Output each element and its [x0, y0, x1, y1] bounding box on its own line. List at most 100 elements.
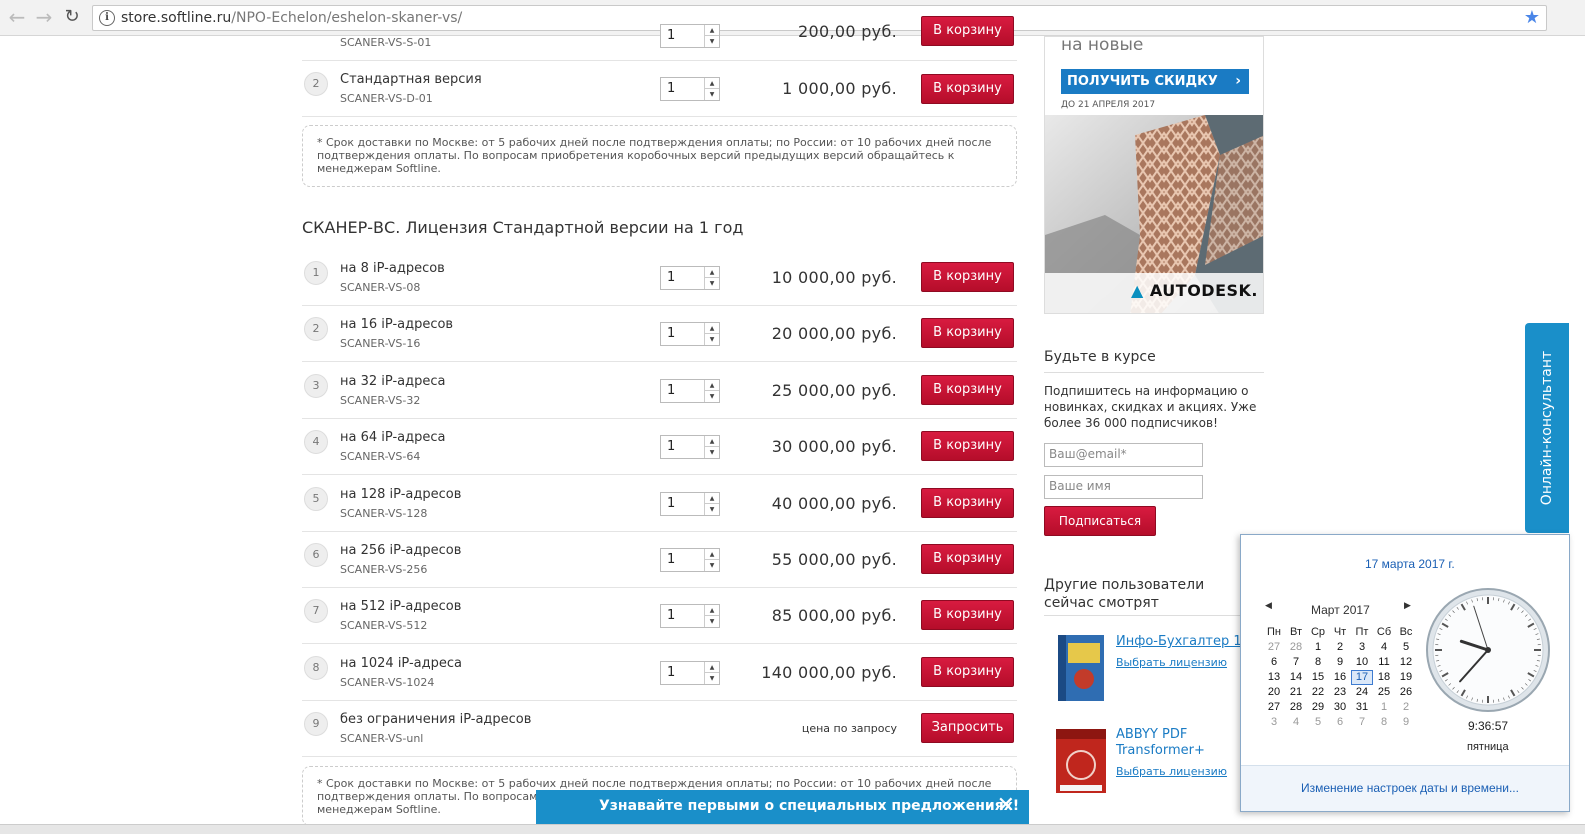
change-datetime-link[interactable]: Изменение настроек даты и времени... — [1301, 781, 1519, 795]
triangle-left-icon[interactable]: ◀ — [1265, 601, 1272, 611]
choose-license-link[interactable]: Выбрать лицензию — [1116, 765, 1227, 778]
triangle-right-icon[interactable]: ▶ — [1404, 601, 1411, 611]
calendar-day[interactable]: 18 — [1373, 670, 1395, 685]
calendar-day[interactable]: 9 — [1329, 655, 1351, 670]
add-to-cart-button[interactable]: В корзину — [921, 318, 1014, 349]
request-button[interactable]: Запросить — [921, 713, 1014, 743]
autodesk-ad[interactable]: на новые ПОЛУЧИТЬ СКИДКУ › ДО 21 АПРЕЛЯ 2… — [1044, 36, 1264, 314]
divider — [1044, 615, 1264, 616]
calendar-day[interactable]: 12 — [1395, 655, 1417, 670]
calendar-day[interactable]: 7 — [1285, 655, 1307, 670]
add-to-cart-button[interactable]: В корзину — [921, 74, 1014, 104]
calendar-day[interactable]: 26 — [1395, 685, 1417, 700]
quantity-stepper[interactable]: 1 ▲ ▼ — [660, 604, 720, 629]
current-date-link[interactable]: 17 марта 2017 г. — [1365, 557, 1455, 571]
weekday: пятница — [1467, 741, 1509, 753]
add-to-cart-button[interactable]: В корзину — [921, 374, 1014, 405]
calendar-day[interactable]: 13 — [1263, 670, 1285, 685]
product-row: 5 на 128 iP-адресов SCANER-VS-128 1 ▲ ▼ 40 000… — [302, 476, 1017, 532]
quantity-stepper[interactable]: 1 ▲ ▼ — [660, 548, 720, 572]
quantity-stepper[interactable]: 1 ▲ ▼ — [660, 660, 720, 685]
info-icon[interactable]: i — [99, 10, 115, 26]
calendar-day[interactable]: 24 — [1351, 685, 1373, 700]
month-title[interactable]: Март 2017 — [1311, 603, 1370, 617]
calendar-day[interactable]: 10 — [1351, 655, 1373, 670]
add-to-cart-button[interactable]: В корзину — [921, 262, 1014, 292]
calendar-day[interactable]: 3 — [1351, 640, 1373, 655]
calendar-day[interactable]: 28 — [1285, 640, 1307, 655]
add-to-cart-button[interactable]: В корзину — [921, 656, 1014, 687]
product-link[interactable]: Инфо-Бухгалтер 10. — [1116, 634, 1254, 650]
email-field[interactable]: Ваш@email* — [1044, 443, 1203, 467]
calendar-day[interactable]: 5 — [1307, 715, 1329, 730]
reload-icon[interactable]: ↻ — [61, 7, 83, 29]
quantity-stepper[interactable]: 1 ▲ ▼ — [660, 435, 720, 460]
calendar-day[interactable]: 22 — [1307, 685, 1329, 700]
product-sku: SCANER-VS-64 — [340, 450, 421, 464]
weekday-label: Сб — [1376, 626, 1392, 638]
calendar-day[interactable]: 21 — [1285, 685, 1307, 700]
product-sku: SCANER-VS-16 — [340, 337, 421, 351]
quantity-stepper[interactable]: 1 ▲ ▼ — [660, 491, 720, 516]
arrow-right-icon[interactable]: → — [33, 7, 55, 29]
calendar-day[interactable]: 1 — [1373, 700, 1395, 715]
calendar-day[interactable]: 6 — [1263, 655, 1285, 670]
name-field[interactable]: Ваше имя — [1044, 475, 1203, 499]
calendar-day[interactable]: 17 — [1351, 670, 1373, 685]
get-discount-button[interactable]: ПОЛУЧИТЬ СКИДКУ › — [1061, 69, 1249, 94]
spin-down-icon: ▼ — [709, 505, 715, 513]
calendar-day[interactable]: 6 — [1329, 715, 1351, 730]
calendar-day[interactable]: 25 — [1373, 685, 1395, 700]
calendar-day[interactable]: 8 — [1307, 655, 1329, 670]
calendar-day[interactable]: 30 — [1329, 700, 1351, 715]
add-to-cart-button[interactable]: В корзину — [921, 544, 1014, 574]
star-icon[interactable]: ★ — [1524, 7, 1540, 28]
calendar-day[interactable]: 16 — [1329, 670, 1351, 685]
quantity-stepper[interactable]: 1 ▲ ▼ — [660, 24, 720, 48]
promo-banner[interactable]: Узнавайте первыми о специальных предложе… — [536, 790, 1029, 824]
product-box-image[interactable] — [1052, 727, 1110, 795]
calendar-week-row: 13 14 15 16 17 18 19 — [1263, 670, 1439, 685]
calendar-day[interactable]: 27 — [1263, 700, 1285, 715]
calendar-day[interactable]: 5 — [1395, 640, 1417, 655]
spin-up-icon: ▲ — [705, 323, 719, 335]
calendar-day[interactable]: 15 — [1307, 670, 1329, 685]
quantity-stepper[interactable]: 1 ▲ ▼ — [660, 77, 720, 101]
row-number: 6 — [304, 543, 328, 567]
calendar-day[interactable]: 9 — [1395, 715, 1417, 730]
quantity-stepper[interactable]: 1 ▲ ▼ — [660, 322, 720, 347]
calendar-day[interactable]: 4 — [1373, 640, 1395, 655]
spin-up-icon: ▲ — [705, 436, 719, 448]
calendar-day[interactable]: 14 — [1285, 670, 1307, 685]
calendar-day[interactable]: 8 — [1373, 715, 1395, 730]
subscribe-button[interactable]: Подписаться — [1044, 506, 1156, 536]
product-price: 30 000,00 руб. — [771, 437, 897, 457]
calendar-day[interactable]: 3 — [1263, 715, 1285, 730]
add-to-cart-button[interactable]: В корзину — [921, 600, 1014, 631]
calendar-day[interactable]: 31 — [1351, 700, 1373, 715]
calendar-day[interactable]: 23 — [1329, 685, 1351, 700]
calendar-day[interactable]: 7 — [1351, 715, 1373, 730]
add-to-cart-button[interactable]: В корзину — [921, 487, 1014, 518]
choose-license-link[interactable]: Выбрать лицензию — [1116, 656, 1227, 669]
calendar-day[interactable]: 1 — [1307, 640, 1329, 655]
close-icon[interactable]: ✕ — [997, 794, 1015, 818]
add-to-cart-button[interactable]: В корзину — [921, 16, 1014, 46]
calendar-day[interactable]: 11 — [1373, 655, 1395, 670]
calendar-day[interactable]: 2 — [1329, 640, 1351, 655]
quantity-stepper[interactable]: 1 ▲ ▼ — [660, 378, 720, 403]
calendar-day[interactable]: 20 — [1263, 685, 1285, 700]
calendar-day[interactable]: 2 — [1395, 700, 1417, 715]
calendar-day[interactable]: 4 — [1285, 715, 1307, 730]
product-link[interactable]: ABBYY PDF Transformer+ — [1116, 727, 1206, 759]
quantity-stepper[interactable]: 1 ▲ ▼ — [660, 266, 720, 290]
product-row: 6 на 256 iP-адресов SCANER-VS-256 1 ▲ ▼ 55 000… — [302, 532, 1017, 588]
online-consultant-tab[interactable]: Онлайн-консультант — [1525, 323, 1569, 533]
calendar-day[interactable]: 19 — [1395, 670, 1417, 685]
product-box-image[interactable] — [1054, 633, 1110, 703]
calendar-day[interactable]: 29 — [1307, 700, 1329, 715]
add-to-cart-button[interactable]: В корзину — [921, 431, 1014, 462]
calendar-day[interactable]: 28 — [1285, 700, 1307, 715]
arrow-left-icon[interactable]: ← — [6, 7, 28, 29]
calendar-day[interactable]: 27 — [1263, 640, 1285, 655]
